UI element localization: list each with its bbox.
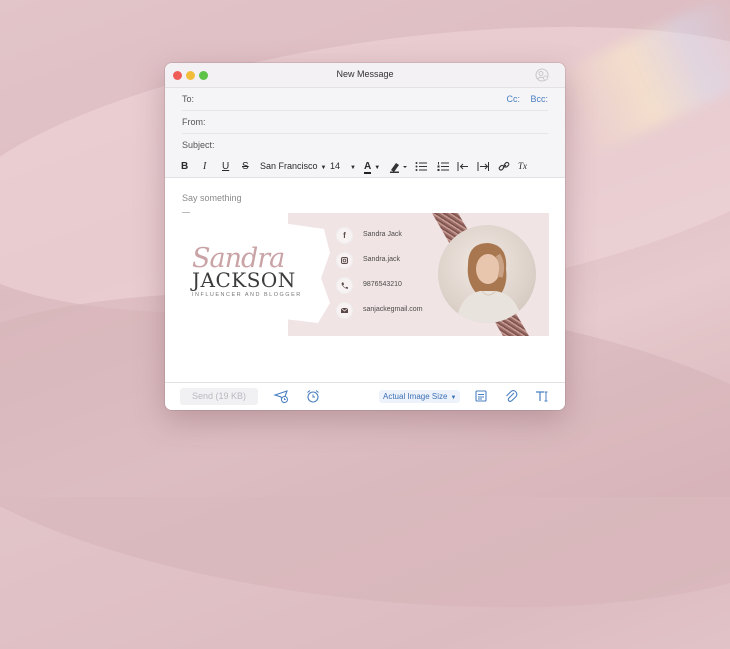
subject-label: Subject: xyxy=(182,140,215,150)
image-size-select[interactable]: Actual Image Size ▼ xyxy=(379,390,461,403)
window-title: New Message xyxy=(336,69,394,79)
text-color-button[interactable]: A ▼ xyxy=(364,160,381,174)
account-settings-icon[interactable] xyxy=(535,68,549,82)
font-size-select[interactable]: 14 ▼ xyxy=(330,160,356,173)
font-size-value: 14 xyxy=(330,161,341,171)
profile-photo xyxy=(438,225,536,323)
from-field[interactable]: From: xyxy=(182,111,548,134)
contact-text: Sandra.jack xyxy=(363,256,400,263)
contact-text: 9876543210 xyxy=(363,281,402,288)
instagram-icon xyxy=(337,253,352,268)
email-signature-image: Sandra JACKSON INFLUENCER AND BLOGGER f … xyxy=(182,213,549,336)
chevron-down-icon: ▼ xyxy=(320,165,327,171)
message-body[interactable]: Say something Sandra JACKSON INFLUENCER … xyxy=(165,178,565,384)
font-family-value: San Francisco xyxy=(260,161,318,171)
bcc-button[interactable]: Bcc: xyxy=(530,94,548,104)
clear-formatting-button[interactable]: Tx xyxy=(518,160,527,173)
compose-footer: Send (19 KB) Actual Image Size ▼ xyxy=(165,382,565,410)
facebook-icon: f xyxy=(337,228,352,243)
from-label: From: xyxy=(182,117,206,127)
signature-subtitle: INFLUENCER AND BLOGGER xyxy=(192,292,302,298)
strikethrough-button[interactable]: S xyxy=(242,160,249,173)
format-toolbar: B I U S San Francisco ▼ 14 ▼ A ▼ Tx xyxy=(165,156,565,178)
body-placeholder: Say something xyxy=(182,193,242,203)
mail-icon xyxy=(337,303,352,318)
link-icon[interactable] xyxy=(498,160,510,173)
outdent-icon[interactable] xyxy=(457,160,469,173)
underline-button[interactable]: U xyxy=(222,160,229,173)
chevron-down-icon: ▼ xyxy=(374,165,381,171)
message-header: To: Cc: Bcc: From: Subject: xyxy=(165,88,565,156)
send-button[interactable]: Send (19 KB) xyxy=(180,388,258,405)
indent-icon[interactable] xyxy=(477,160,489,173)
numbered-list-icon[interactable] xyxy=(437,160,449,173)
template-icon[interactable] xyxy=(473,388,489,404)
chevron-down-icon: ▼ xyxy=(450,395,457,401)
chevron-down-icon: ▼ xyxy=(350,165,356,171)
text-format-icon[interactable] xyxy=(534,388,550,404)
send-later-icon[interactable] xyxy=(273,388,289,404)
highlight-color-button[interactable] xyxy=(388,160,408,173)
title-bar: New Message xyxy=(165,63,565,88)
bullet-list-icon[interactable] xyxy=(415,160,427,173)
reminder-alarm-icon[interactable] xyxy=(305,388,321,404)
font-family-select[interactable]: San Francisco ▼ xyxy=(260,160,326,173)
signature-surname: JACKSON xyxy=(192,268,296,292)
text-color-icon: A xyxy=(364,161,372,174)
bold-button[interactable]: B xyxy=(181,160,188,173)
contact-text: Sandra Jack xyxy=(363,231,402,238)
contact-text: sanjackegmail.com xyxy=(363,306,423,313)
attachment-icon[interactable] xyxy=(503,388,519,404)
image-size-value: Actual Image Size xyxy=(383,392,448,401)
phone-icon xyxy=(337,278,352,293)
subject-field[interactable]: Subject: xyxy=(182,134,548,156)
to-field[interactable]: To: Cc: Bcc: xyxy=(182,88,548,111)
cc-bcc-controls: Cc: Bcc: xyxy=(498,94,548,104)
italic-button[interactable]: I xyxy=(203,160,206,173)
compose-window: New Message To: Cc: Bcc: From: Subject: … xyxy=(165,63,565,410)
to-label: To: xyxy=(182,94,195,104)
cc-button[interactable]: Cc: xyxy=(506,94,520,104)
